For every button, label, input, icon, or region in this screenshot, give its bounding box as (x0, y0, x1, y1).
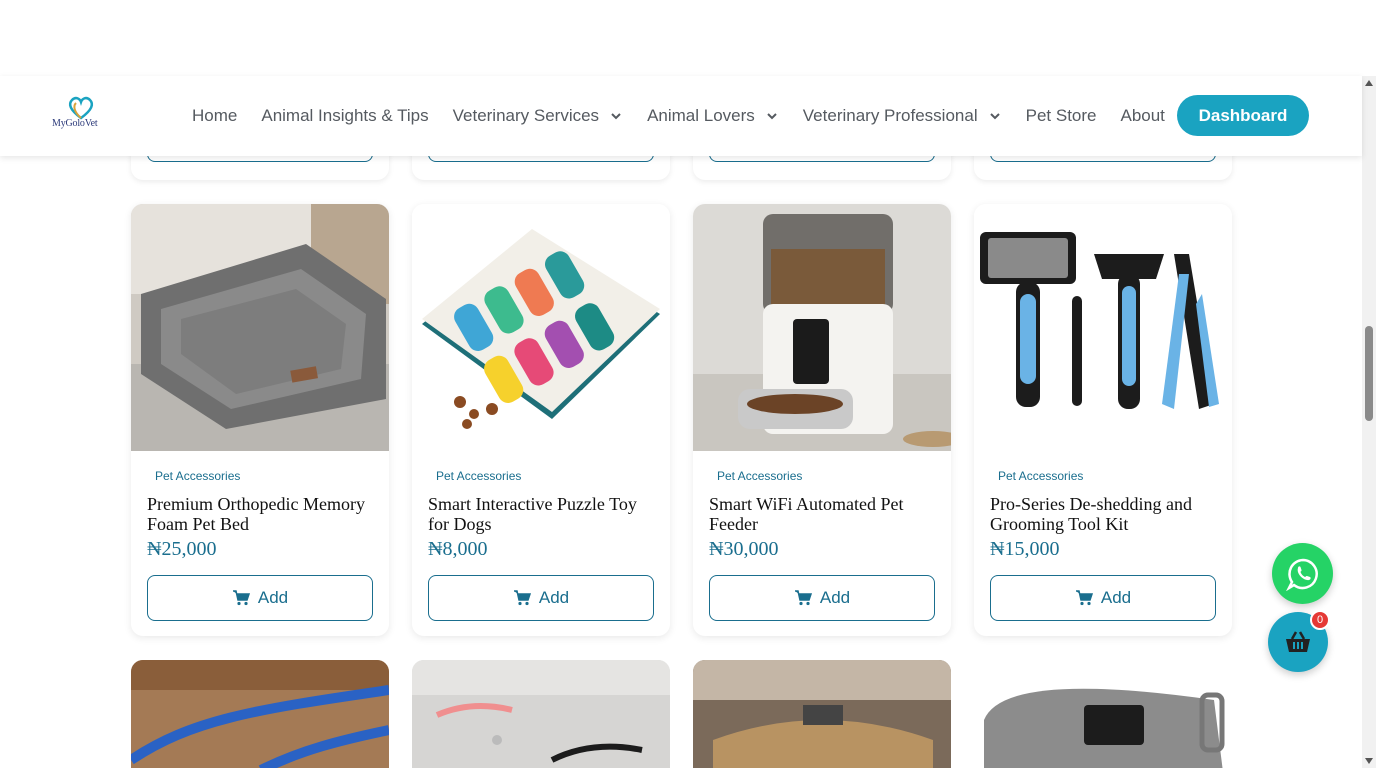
pet-bed-image[interactable] (131, 204, 389, 451)
nav-pet-store-label: Pet Store (1025, 106, 1097, 125)
product-price: ₦30,000 (709, 538, 779, 560)
chevron-down-icon (611, 113, 621, 120)
nav-animal-insights[interactable]: Animal Insights & Tips (261, 106, 428, 126)
product-title[interactable]: Smart WiFi Automated Pet Feeder (709, 494, 941, 534)
product-category: Pet Accessories (998, 469, 1084, 483)
product-price: ₦15,000 (990, 538, 1060, 560)
cart-icon (513, 590, 531, 606)
basket-icon (1286, 631, 1310, 652)
logo[interactable]: MyGoloVet (50, 94, 112, 136)
nav-about-label: About (1120, 106, 1165, 125)
main-nav: Home Animal Insights & Tips Veterinary S… (192, 76, 1189, 156)
grooming-kit-image[interactable] (974, 204, 1232, 451)
product-card-image-partial[interactable] (693, 660, 951, 768)
whatsapp-button[interactable] (1272, 543, 1333, 604)
product-category: Pet Accessories (436, 469, 522, 483)
chevron-down-icon (989, 113, 1000, 120)
product-card: Pet Accessories Smart Interactive Puzzle… (412, 204, 670, 636)
add-to-cart-button[interactable]: Add (990, 575, 1216, 621)
nav-animal-insights-label: Animal Insights & Tips (261, 106, 429, 125)
product-card-image-partial[interactable] (412, 660, 670, 768)
add-to-cart-button[interactable]: Add (709, 575, 935, 621)
nav-veterinary-services-label: Veterinary Services (452, 106, 600, 125)
cart-icon (1075, 590, 1093, 606)
dashboard-button[interactable]: Dashboard (1177, 95, 1309, 136)
nav-animal-lovers[interactable]: Animal Lovers (647, 106, 779, 126)
product-price: ₦8,000 (428, 538, 488, 560)
puzzle-toy-image[interactable] (412, 204, 670, 451)
product-price: ₦25,000 (147, 538, 217, 560)
product-card: Pet Accessories Smart WiFi Automated Pet… (693, 204, 951, 636)
add-label: Add (538, 588, 570, 607)
nav-home-label: Home (192, 106, 238, 125)
whatsapp-icon (1285, 558, 1318, 591)
product-category: Pet Accessories (155, 469, 241, 483)
nav-veterinary-professional-label: Veterinary Professional (802, 106, 978, 125)
scroll-down-arrow-icon[interactable] (1365, 758, 1373, 764)
page-scrollbar[interactable] (1362, 76, 1376, 768)
pet-feeder-image[interactable] (693, 204, 951, 451)
product-card: Pet Accessories Pro-Series De-shedding a… (974, 204, 1232, 636)
product-title[interactable]: Premium Orthopedic Memory Foam Pet Bed (147, 494, 379, 534)
product-card-image-partial[interactable] (131, 660, 389, 768)
add-to-cart-button[interactable]: Add (147, 575, 373, 621)
add-label: Add (257, 588, 289, 607)
nav-about[interactable]: About (1120, 106, 1164, 126)
nav-pet-store[interactable]: Pet Store (1026, 106, 1097, 126)
cart-icon (232, 590, 250, 606)
scroll-thumb[interactable] (1365, 326, 1373, 421)
add-label: Add (819, 588, 851, 607)
product-card-image-partial[interactable] (974, 660, 1232, 768)
cart-count-badge: 0 (1310, 610, 1330, 630)
nav-home[interactable]: Home (192, 106, 237, 126)
add-label: Add (1100, 588, 1132, 607)
add-to-cart-button[interactable]: Add (428, 575, 654, 621)
nav-animal-lovers-label: Animal Lovers (647, 106, 755, 125)
scroll-up-arrow-icon[interactable] (1365, 80, 1373, 86)
nav-veterinary-services[interactable]: Veterinary Services (453, 106, 623, 126)
product-title[interactable]: Smart Interactive Puzzle Toy for Dogs (428, 494, 660, 534)
chevron-down-icon (767, 113, 777, 120)
top-strip (0, 0, 1362, 76)
nav-veterinary-professional[interactable]: Veterinary Professional (803, 106, 1002, 126)
product-title[interactable]: Pro-Series De-shedding and Grooming Tool… (990, 494, 1222, 534)
product-category: Pet Accessories (717, 469, 803, 483)
cart-icon (794, 590, 812, 606)
logo-text: MyGoloVet (52, 118, 98, 129)
site-header: MyGoloVet Home Animal Insights & Tips Ve… (0, 76, 1362, 156)
product-card: Pet Accessories Premium Orthopedic Memor… (131, 204, 389, 636)
